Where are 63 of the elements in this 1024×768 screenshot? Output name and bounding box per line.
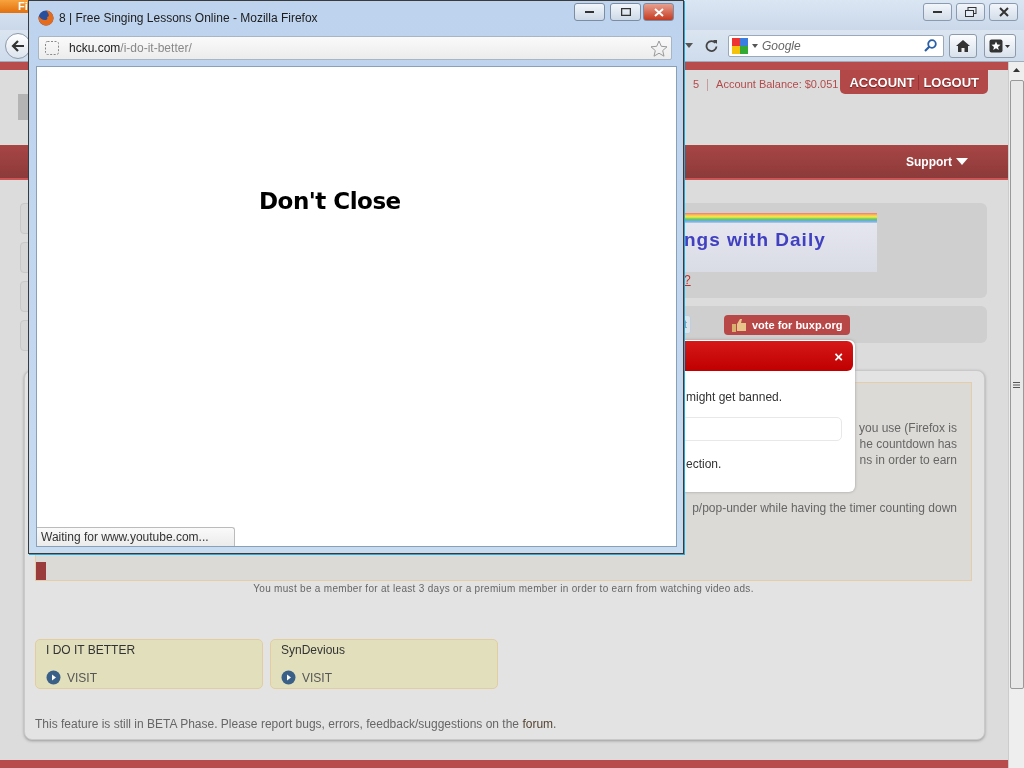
notice-text: he countdown has	[859, 436, 957, 452]
account-balance: Account Balance: $0.051	[716, 78, 839, 90]
timer-bar	[36, 562, 46, 580]
minimize-icon	[585, 10, 594, 14]
member-note: You must be a member for at least 3 days or a premium member in order to earn from watching video ads.	[252, 583, 755, 594]
caret-icon	[956, 158, 968, 165]
minimize-button[interactable]	[574, 3, 605, 21]
maximize-button[interactable]	[610, 3, 641, 21]
close-icon	[998, 7, 1009, 17]
site-name: SynDevious	[281, 643, 347, 657]
scroll-thumb[interactable]	[1009, 80, 1024, 689]
maximize-icon	[620, 8, 631, 16]
search-icon[interactable]	[924, 39, 937, 52]
visit-link[interactable]: VISIT	[46, 670, 97, 685]
notice-text: ns in order to earn	[859, 452, 957, 468]
url-text: hcku.com/i-do-it-better/	[69, 41, 192, 55]
menu-link[interactable]: LOGOUT	[918, 74, 983, 90]
google-icon	[732, 37, 748, 54]
notice-text: p/pop-under while having the timer counting down	[692, 500, 957, 516]
scroll-up-icon[interactable]	[1013, 68, 1020, 72]
play-icon	[281, 670, 296, 685]
star-icon[interactable]	[650, 39, 668, 57]
input-field[interactable]	[682, 417, 842, 441]
site-identity-icon	[45, 41, 59, 55]
bookmarks-button[interactable]	[984, 33, 1016, 58]
grip-icon	[1013, 381, 1020, 388]
firefox-icon	[38, 10, 54, 26]
address-bar[interactable]: hcku.com/i-do-it-better/	[38, 36, 672, 60]
page-heading: Don't Close	[259, 188, 401, 214]
search-box[interactable]: Google	[728, 34, 944, 57]
support-menu[interactable]: Support	[906, 154, 968, 169]
menu-link[interactable]: ACCOUNT	[845, 74, 919, 90]
dropdown-icon[interactable]	[752, 43, 758, 48]
notice-text: you use (Firefox is	[858, 420, 957, 436]
close-button[interactable]	[643, 3, 674, 21]
back-arrow-icon	[11, 39, 25, 52]
footer-note: This feature is still in BETA Phase. Please report bugs, errors, feedback/suggestions on the forum.	[35, 717, 558, 731]
window-title: 8 | Free Singing Lessons Online - Mozilla Firefox	[59, 11, 318, 25]
close-button[interactable]: ×	[834, 347, 843, 365]
visit-link[interactable]: VISIT	[281, 670, 332, 685]
close-icon	[653, 7, 664, 17]
reload-icon[interactable]	[705, 39, 718, 52]
thumbs-up-icon	[732, 317, 747, 332]
home-icon	[955, 38, 971, 53]
stat-text: 5	[692, 78, 700, 90]
back-button[interactable]	[5, 32, 31, 59]
dropdown-icon[interactable]	[685, 43, 693, 48]
banner-link[interactable]: ?	[684, 273, 690, 287]
vote-button[interactable]: vote for buxp.org	[724, 314, 851, 335]
minimize-button[interactable]	[923, 3, 952, 21]
close-button[interactable]	[989, 3, 1018, 21]
restore-icon	[964, 7, 977, 17]
status-text: Waiting for www.youtube.com...	[37, 527, 235, 546]
banner-ad[interactable]: ngs with Daily	[684, 213, 877, 272]
site-name: I DO IT BETTER	[46, 643, 137, 657]
home-button[interactable]	[949, 33, 977, 58]
minimize-icon	[932, 10, 943, 14]
dialog-text: ection.	[686, 457, 723, 471]
dialog-text: might get banned.	[686, 390, 784, 404]
play-icon	[46, 670, 61, 685]
restore-button[interactable]	[956, 3, 985, 21]
scrollbar[interactable]	[1008, 62, 1024, 768]
star-icon	[989, 38, 1011, 53]
